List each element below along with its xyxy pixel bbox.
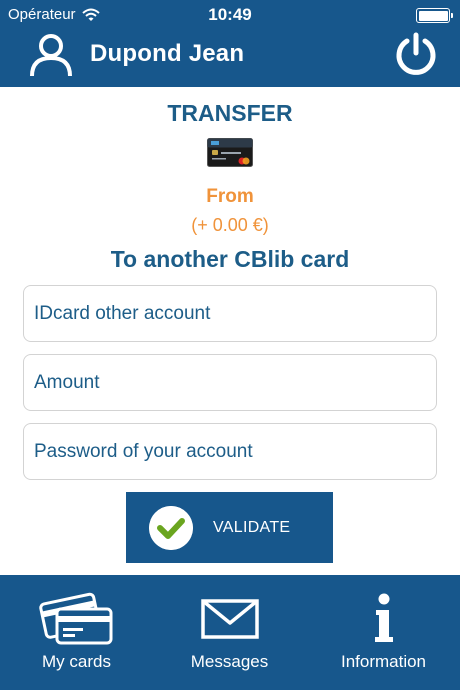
power-icon[interactable]	[394, 32, 438, 76]
validate-label: VALIDATE	[213, 519, 291, 536]
from-label: From	[206, 186, 254, 207]
app-header: Opérateur 10:49 Dupond Jean	[0, 0, 460, 87]
tab-information[interactable]: Information	[307, 575, 460, 690]
tab-messages[interactable]: Messages	[153, 575, 306, 690]
envelope-icon	[200, 599, 259, 639]
tab-label-information: Information	[340, 652, 427, 671]
tab-label-messages: Messages	[190, 652, 269, 671]
cards-icon	[38, 592, 112, 645]
user-icon	[30, 34, 72, 77]
status-bar: Opérateur 10:49	[0, 0, 460, 30]
info-icon	[374, 593, 393, 642]
idcard-input[interactable]	[23, 285, 437, 342]
tab-bar: My cards Messages Information	[0, 575, 460, 690]
validate-button[interactable]: VALIDATE	[126, 492, 333, 563]
battery-icon	[416, 8, 453, 23]
amount-input[interactable]	[23, 354, 437, 411]
status-time: 10:49	[208, 5, 252, 24]
transfer-form: TRANSFER From (+ 0.00 €) To another CBli…	[0, 87, 460, 575]
tab-label-my-cards: My cards	[42, 652, 111, 671]
tab-my-cards[interactable]: My cards	[0, 575, 153, 690]
password-input[interactable]	[23, 423, 437, 480]
user-name: Dupond Jean	[90, 40, 245, 67]
balance-amount: (+ 0.00 €)	[191, 215, 269, 235]
page-title: TRANSFER	[167, 100, 293, 126]
transfer-subtitle: To another CBlib card	[110, 246, 350, 272]
cblib-card-icon	[207, 138, 253, 167]
checkmark-icon	[149, 506, 193, 550]
